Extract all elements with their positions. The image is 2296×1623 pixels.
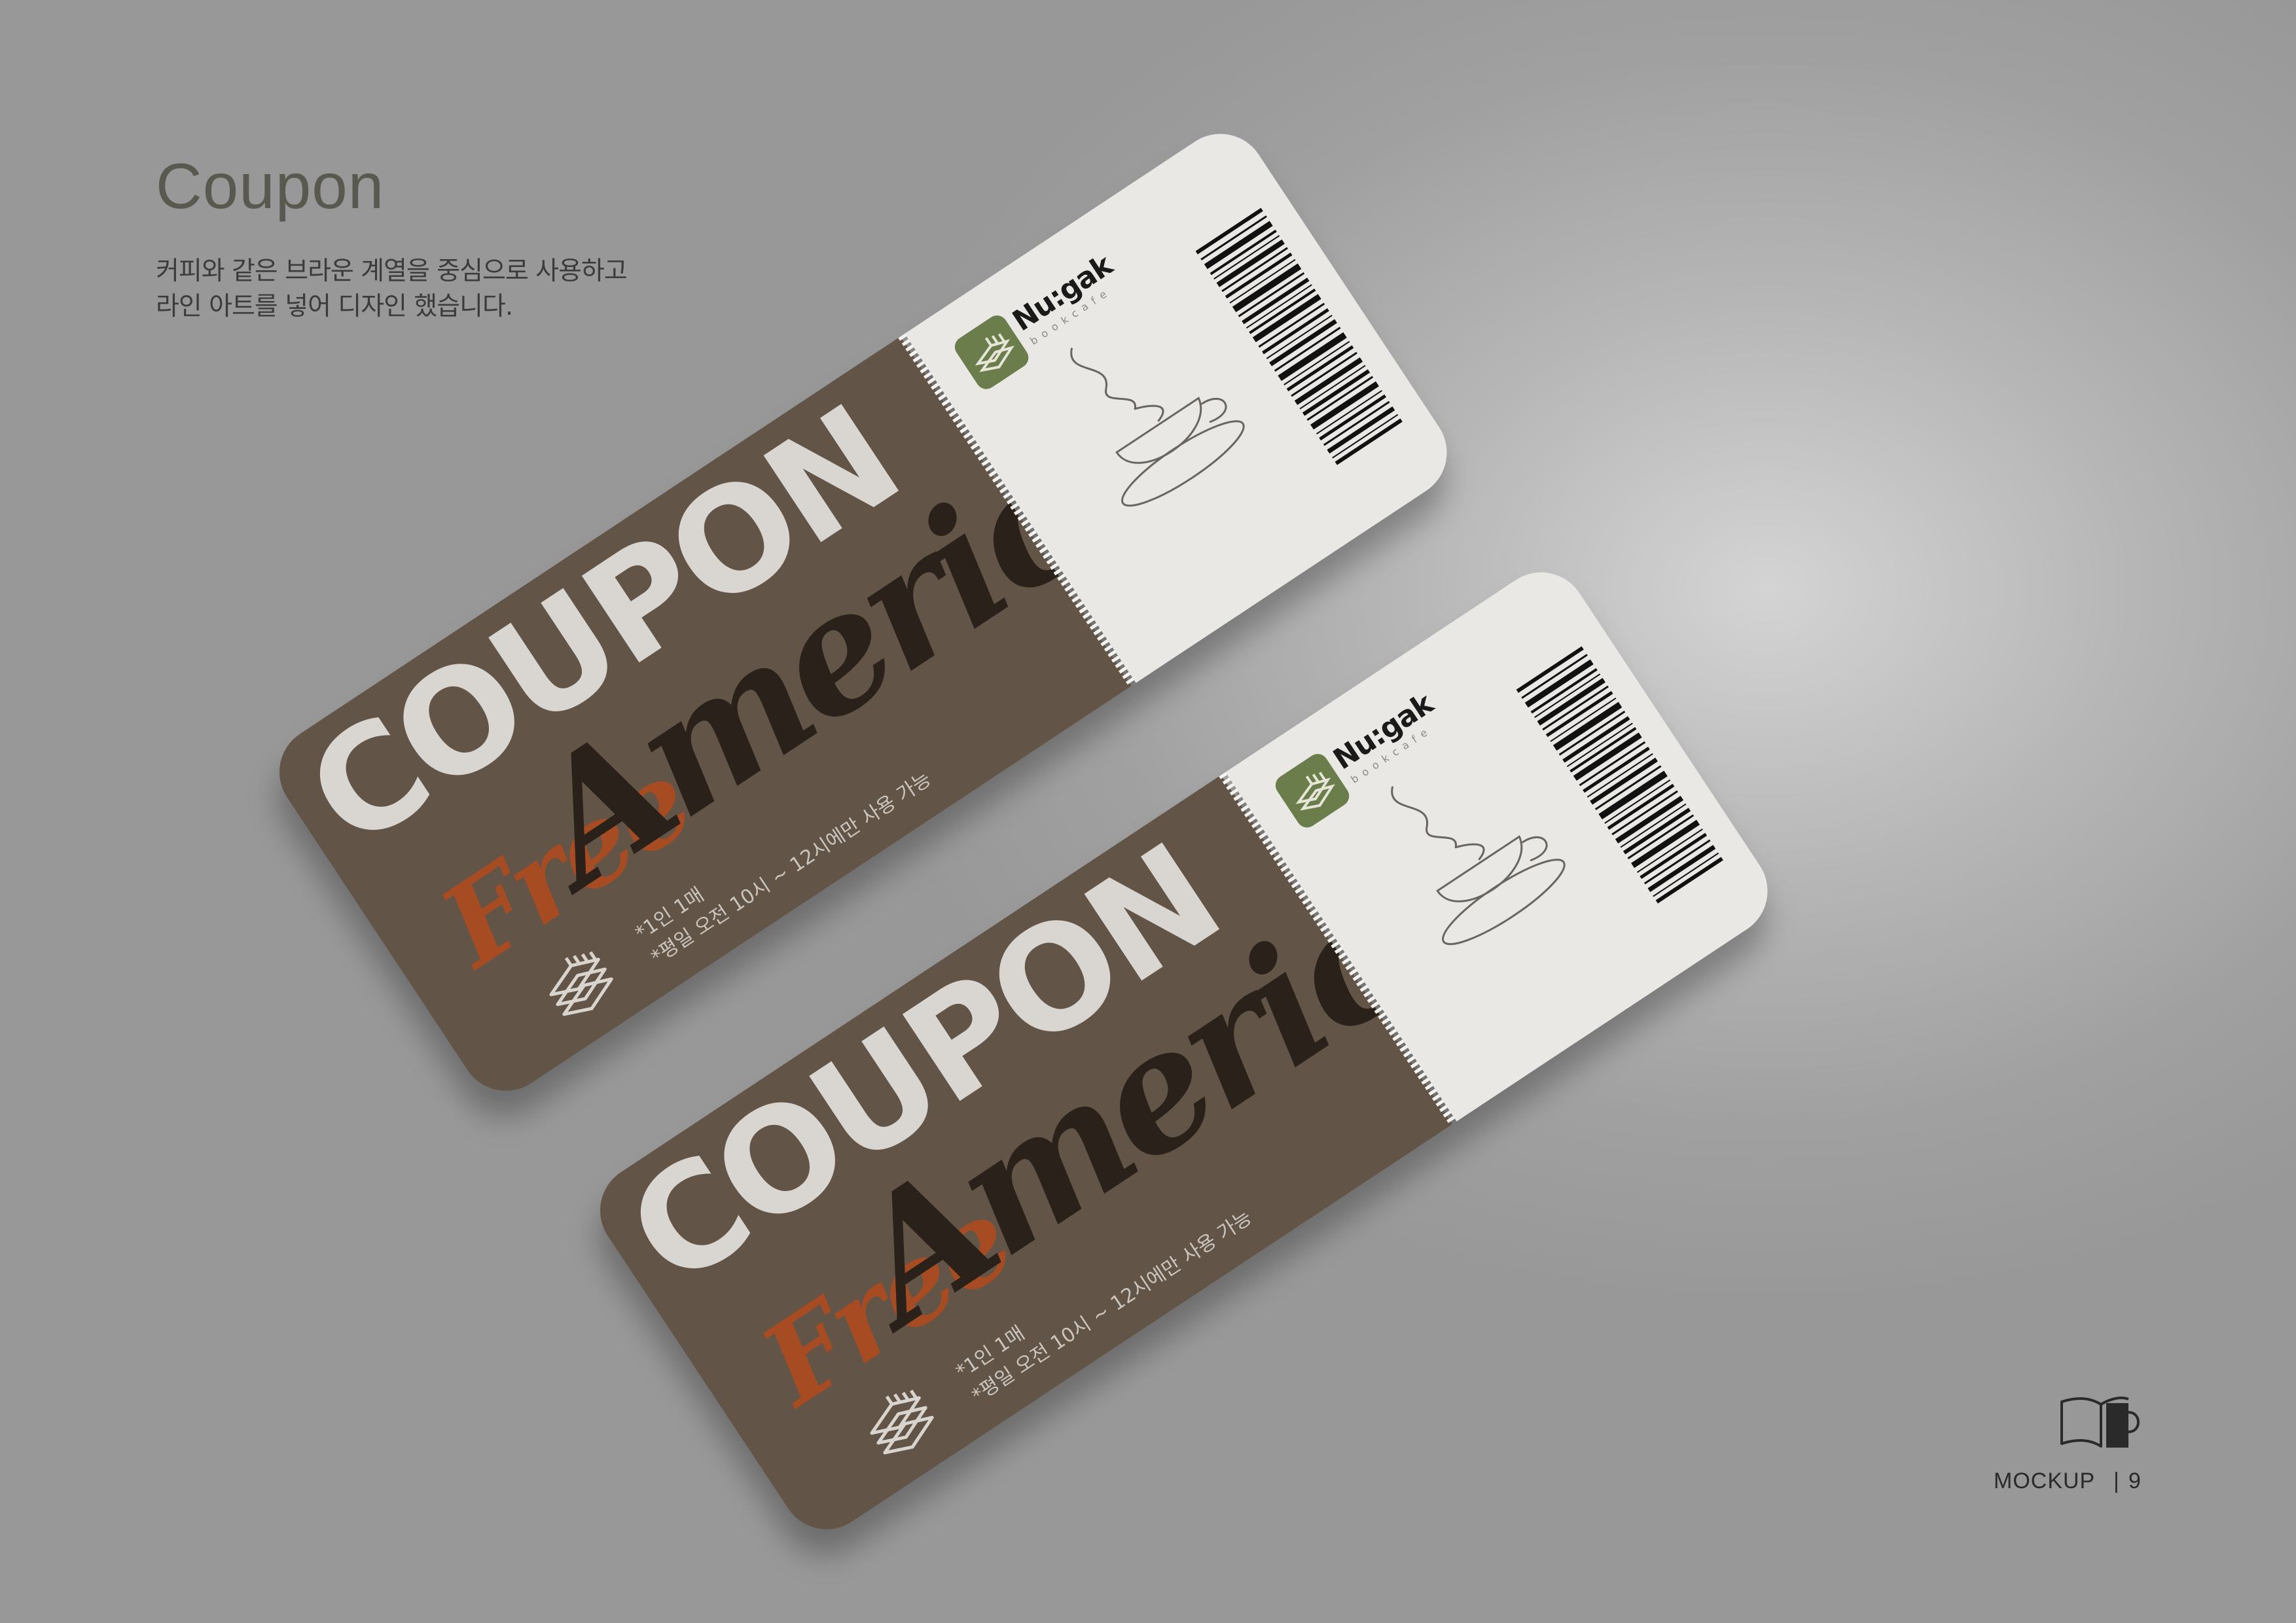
- open-book-mug-icon: [2060, 1397, 2140, 1448]
- page-description: 커피와 같은 브라운 계열을 중심으로 사용하고 라인 아트를 넣어 디자인 했…: [156, 254, 628, 325]
- page-title: Coupon: [156, 150, 385, 222]
- description-line-1: 커피와 같은 브라운 계열을 중심으로 사용하고: [156, 257, 628, 286]
- footer-section-label: MOCKUP: [1994, 1469, 2096, 1493]
- footer-separator: |: [2113, 1469, 2119, 1493]
- footer-page-number: 9: [2128, 1469, 2141, 1493]
- description-line-2: 라인 아트를 넣어 디자인 했습니다.: [156, 292, 513, 321]
